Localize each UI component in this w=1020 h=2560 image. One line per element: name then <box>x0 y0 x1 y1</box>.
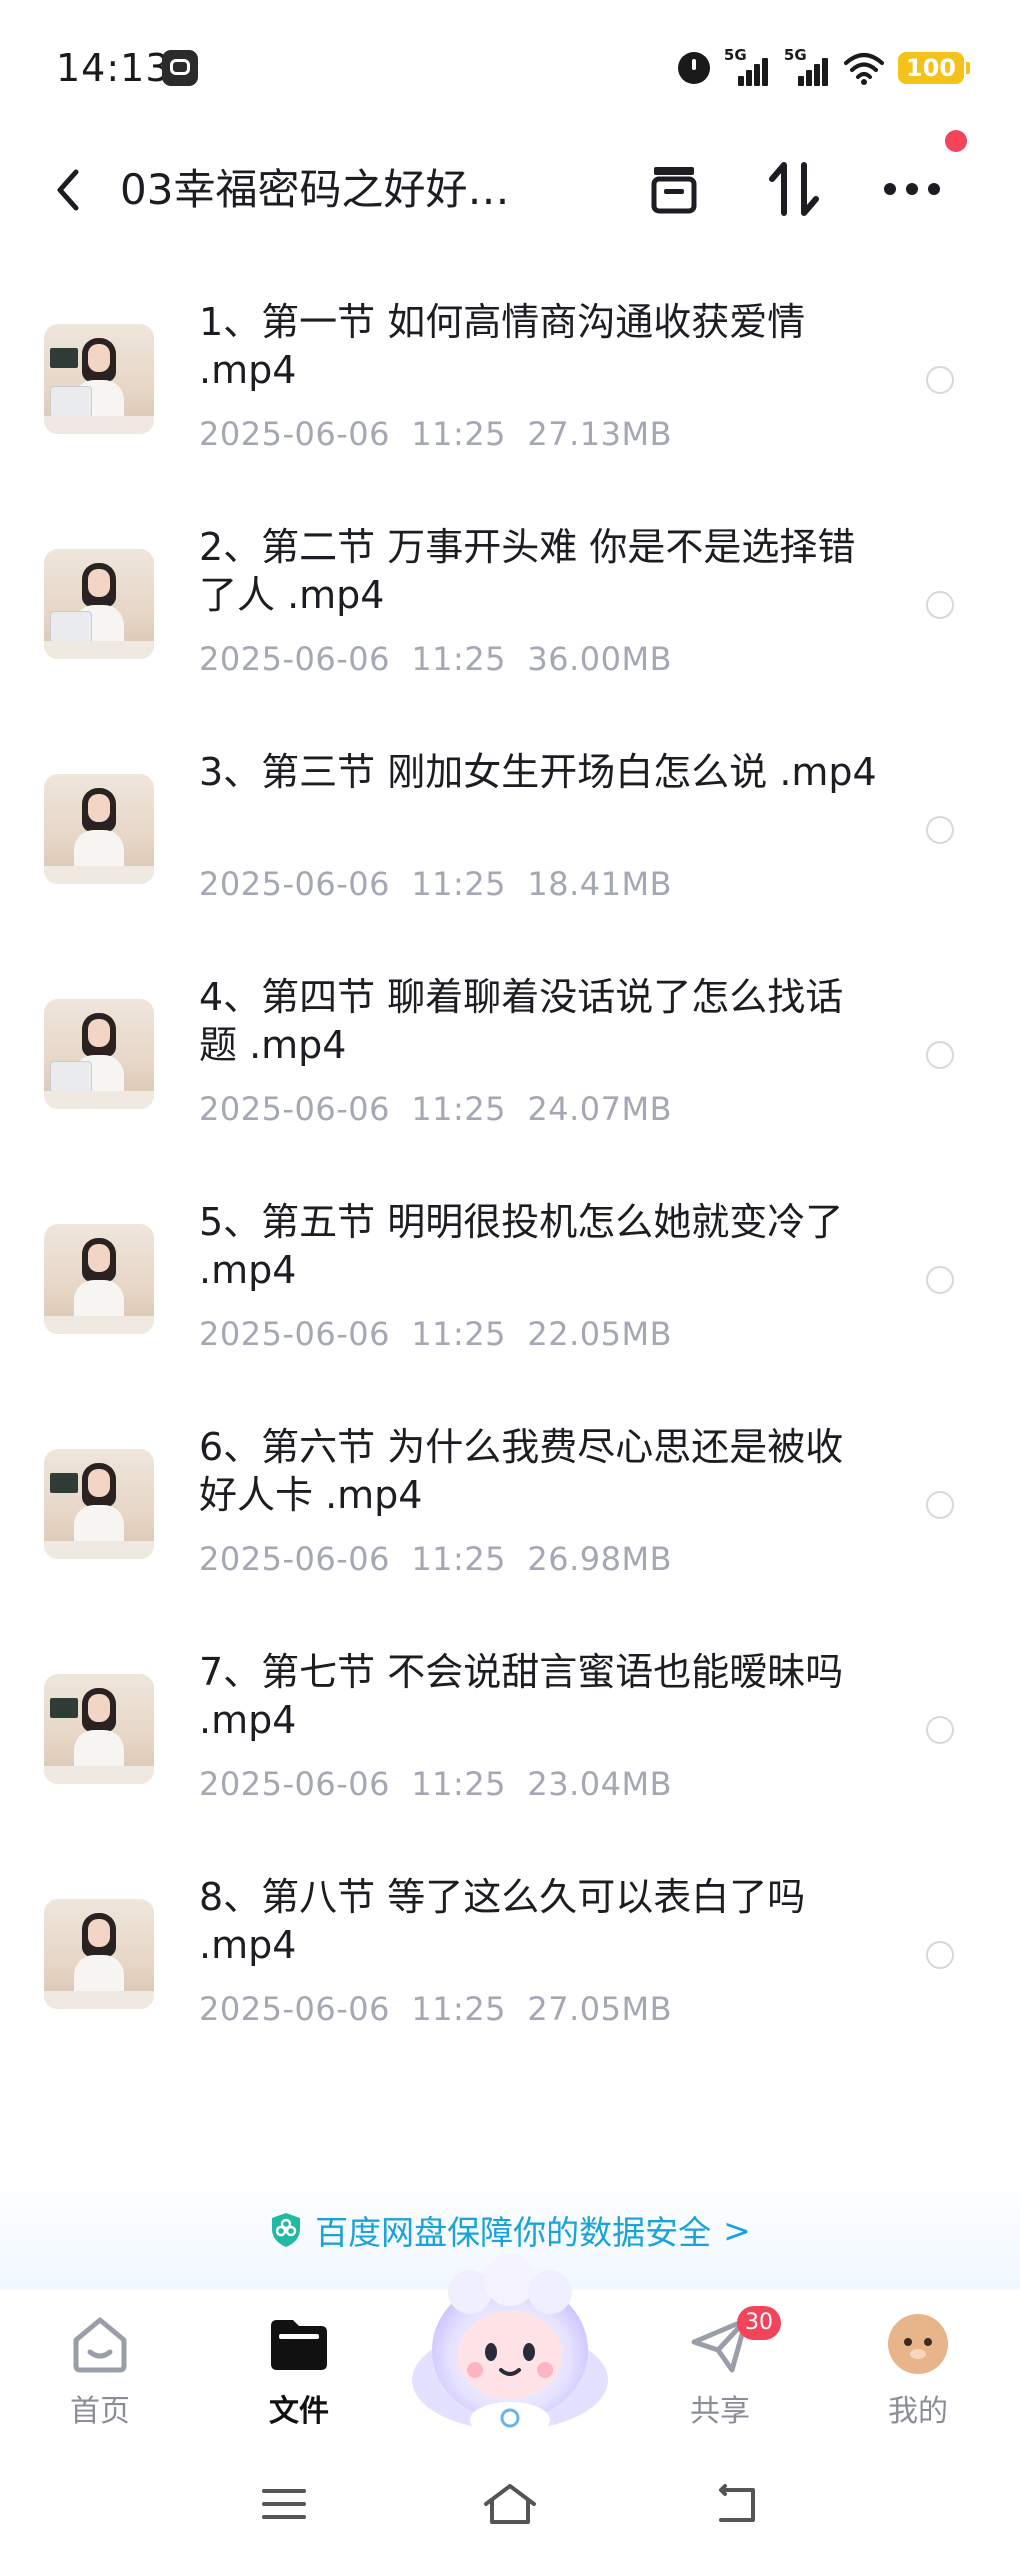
back-button[interactable] <box>44 162 92 218</box>
nav-home-label: 首页 <box>70 2394 130 2429</box>
home-outline-icon <box>484 2484 536 2524</box>
share-badge: 30 <box>737 2306 781 2340</box>
nav-share[interactable]: 30 共享 <box>645 2304 795 2444</box>
file-name: 3、第三节 刚加女生开场白怎么说 .mp4 <box>199 750 877 794</box>
home-icon <box>73 2317 127 2373</box>
file-row[interactable]: 8、第八节 等了这么久可以表白了吗 .mp4 2025-06-06 11:25 … <box>0 1845 1020 2070</box>
file-meta: 2025-06-06 11:25 27.13MB <box>199 415 673 453</box>
page-title: 03幸福密码之好好… <box>120 165 510 214</box>
sort-button[interactable] <box>759 154 829 224</box>
video-thumbnail <box>44 774 154 884</box>
file-row[interactable]: 4、第四节 聊着聊着没话说了怎么找话题 .mp4 2025-06-06 11:2… <box>0 945 1020 1170</box>
select-checkbox[interactable] <box>926 591 954 619</box>
file-meta: 2025-06-06 11:25 24.07MB <box>199 1090 673 1128</box>
select-checkbox[interactable] <box>926 816 954 844</box>
nav-home[interactable]: 首页 <box>25 2304 175 2444</box>
video-thumbnail <box>44 999 154 1109</box>
file-row[interactable]: 1、第一节 如何高情商沟通收获爱情 .mp4 2025-06-06 11:25 … <box>0 270 1020 495</box>
sort-icon <box>769 162 819 216</box>
nav-files-label: 文件 <box>269 2394 329 2429</box>
chevron-right-icon: > <box>723 2210 751 2250</box>
file-name: 2、第二节 万事开头难 你是不是选择错了人 .mp4 <box>199 525 856 617</box>
network-type-label: 5G <box>723 46 747 64</box>
file-name: 4、第四节 聊着聊着没话说了怎么找话题 .mp4 <box>199 975 844 1067</box>
menu-icon <box>262 2489 306 2519</box>
folder-icon <box>271 2320 327 2370</box>
file-row[interactable]: 2、第二节 万事开头难 你是不是选择错了人 .mp4 2025-06-06 11… <box>0 495 1020 720</box>
archive-icon <box>651 167 697 214</box>
nav-profile-label: 我的 <box>888 2394 948 2429</box>
select-checkbox[interactable] <box>926 1716 954 1744</box>
shield-icon <box>272 2213 301 2247</box>
file-meta: 2025-06-06 11:25 18.41MB <box>199 865 673 903</box>
status-time: 14:13 <box>56 46 171 90</box>
select-checkbox[interactable] <box>926 366 954 394</box>
video-thumbnail <box>44 1449 154 1559</box>
file-meta: 2025-06-06 11:25 36.00MB <box>199 640 673 678</box>
nav-share-label: 共享 <box>690 2394 750 2429</box>
file-meta: 2025-06-06 11:25 23.04MB <box>199 1765 673 1803</box>
file-name: 5、第五节 明明很投机怎么她就变冷了 .mp4 <box>199 1200 844 1292</box>
select-checkbox[interactable] <box>926 1941 954 1969</box>
battery-indicator: 100 <box>897 52 971 84</box>
nav-profile[interactable]: 我的 <box>843 2304 993 2444</box>
select-checkbox[interactable] <box>926 1266 954 1294</box>
notification-dot <box>945 130 967 152</box>
video-thumbnail <box>44 549 154 659</box>
file-name: 6、第六节 为什么我费尽心思还是被收好人卡 .mp4 <box>199 1425 844 1517</box>
more-icon <box>884 183 940 195</box>
file-name: 7、第七节 不会说甜言蜜语也能暧昧吗 .mp4 <box>199 1650 844 1742</box>
status-icons: 5G 5G 100 <box>677 46 971 90</box>
file-row[interactable]: 5、第五节 明明很投机怎么她就变冷了 .mp4 2025-06-06 11:25… <box>0 1170 1020 1395</box>
recent-apps-button[interactable] <box>249 2474 319 2534</box>
cellular-signal-icon: 5G <box>724 46 770 86</box>
video-thumbnail <box>44 1899 154 2009</box>
mascot-assistant-icon[interactable] <box>405 2230 615 2440</box>
wifi-icon <box>843 53 884 85</box>
alarm-icon <box>677 52 710 84</box>
file-meta: 2025-06-06 11:25 26.98MB <box>199 1540 673 1578</box>
network-type-label: 5G <box>783 46 807 64</box>
video-thumbnail <box>44 1674 154 1784</box>
back-nav-button[interactable] <box>702 2474 772 2534</box>
avatar-icon <box>888 2314 948 2374</box>
file-meta: 2025-06-06 11:25 22.05MB <box>199 1315 673 1353</box>
nav-files[interactable]: 文件 <box>224 2304 374 2444</box>
file-row[interactable]: 7、第七节 不会说甜言蜜语也能暧昧吗 .mp4 2025-06-06 11:25… <box>0 1620 1020 1845</box>
more-button[interactable] <box>877 154 947 224</box>
file-row[interactable]: 3、第三节 刚加女生开场白怎么说 .mp4 2025-06-06 11:25 1… <box>0 720 1020 945</box>
cellular-signal-icon: 5G <box>784 46 830 86</box>
file-row[interactable]: 6、第六节 为什么我费尽心思还是被收好人卡 .mp4 2025-06-06 11… <box>0 1395 1020 1620</box>
home-button[interactable] <box>475 2474 545 2534</box>
select-checkbox[interactable] <box>926 1041 954 1069</box>
chevron-left-icon <box>57 169 79 211</box>
file-name: 1、第一节 如何高情商沟通收获爱情 .mp4 <box>199 300 806 392</box>
header: 03幸福密码之好好… <box>0 140 1020 240</box>
back-arrow-icon <box>719 2484 755 2522</box>
video-thumbnail <box>44 324 154 434</box>
file-meta: 2025-06-06 11:25 27.05MB <box>199 1990 673 2028</box>
notification-app-icon <box>162 50 198 86</box>
status-bar: 14:13 5G 5G 100 <box>0 0 1020 140</box>
system-nav-bar <box>0 2450 1020 2560</box>
file-name: 8、第八节 等了这么久可以表白了吗 .mp4 <box>199 1875 806 1967</box>
video-thumbnail <box>44 1224 154 1334</box>
archive-button[interactable] <box>639 154 709 224</box>
select-checkbox[interactable] <box>926 1491 954 1519</box>
